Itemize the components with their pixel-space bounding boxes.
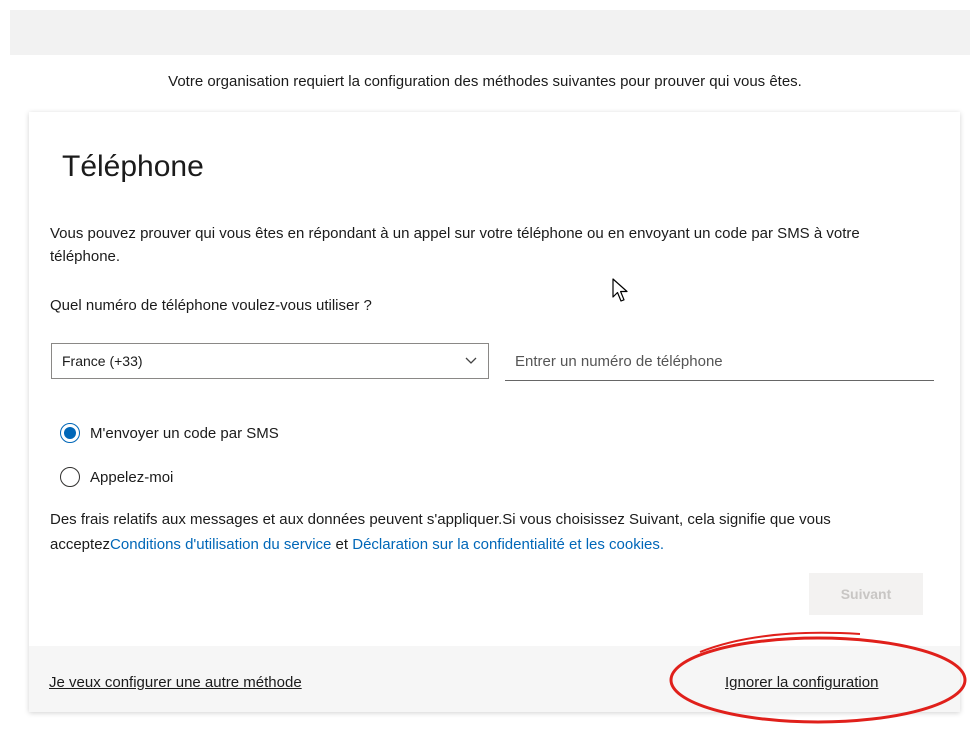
alternate-method-link[interactable]: Je veux configurer une autre méthode (49, 674, 302, 691)
page-title: Téléphone (62, 150, 204, 183)
radio-sms-label: M'envoyer un code par SMS (90, 424, 279, 442)
skip-setup-link[interactable]: Ignorer la configuration (725, 674, 878, 691)
card-footer: Je veux configurer une autre méthode Ign… (29, 646, 960, 712)
mouse-cursor-icon (612, 278, 628, 302)
description-text: Vous pouvez prouver qui vous êtes en rép… (50, 225, 860, 265)
privacy-statement-link[interactable]: Déclaration sur la confidentialité et le… (352, 536, 664, 553)
phone-number-placeholder: Entrer un numéro de téléphone (515, 353, 723, 370)
country-select[interactable]: France (+33) (51, 343, 489, 379)
top-banner (10, 10, 970, 55)
radio-call[interactable]: Appelez-moi (60, 467, 173, 487)
next-button[interactable]: Suivant (809, 573, 923, 615)
chevron-down-icon (465, 357, 477, 364)
radio-sms[interactable]: M'envoyer un code par SMS (60, 423, 279, 443)
card-body: Téléphone Vous pouvez prouver qui vous ê… (29, 112, 960, 646)
radio-checked-icon[interactable] (60, 423, 80, 443)
terms-of-service-link[interactable]: Conditions d'utilisation du service (110, 536, 331, 553)
setup-card: Téléphone Vous pouvez prouver qui vous ê… (29, 112, 960, 712)
country-select-value: France (+33) (62, 353, 143, 369)
intro-text: Votre organisation requiert la configura… (168, 73, 802, 90)
question-label: Quel numéro de téléphone voulez-vous uti… (50, 297, 372, 314)
phone-number-input[interactable]: Entrer un numéro de téléphone (505, 343, 934, 381)
terms-text: Des frais relatifs aux messages et aux d… (50, 507, 930, 557)
terms-and: et (331, 536, 353, 553)
radio-unchecked-icon[interactable] (60, 467, 80, 487)
radio-call-label: Appelez-moi (90, 468, 174, 486)
